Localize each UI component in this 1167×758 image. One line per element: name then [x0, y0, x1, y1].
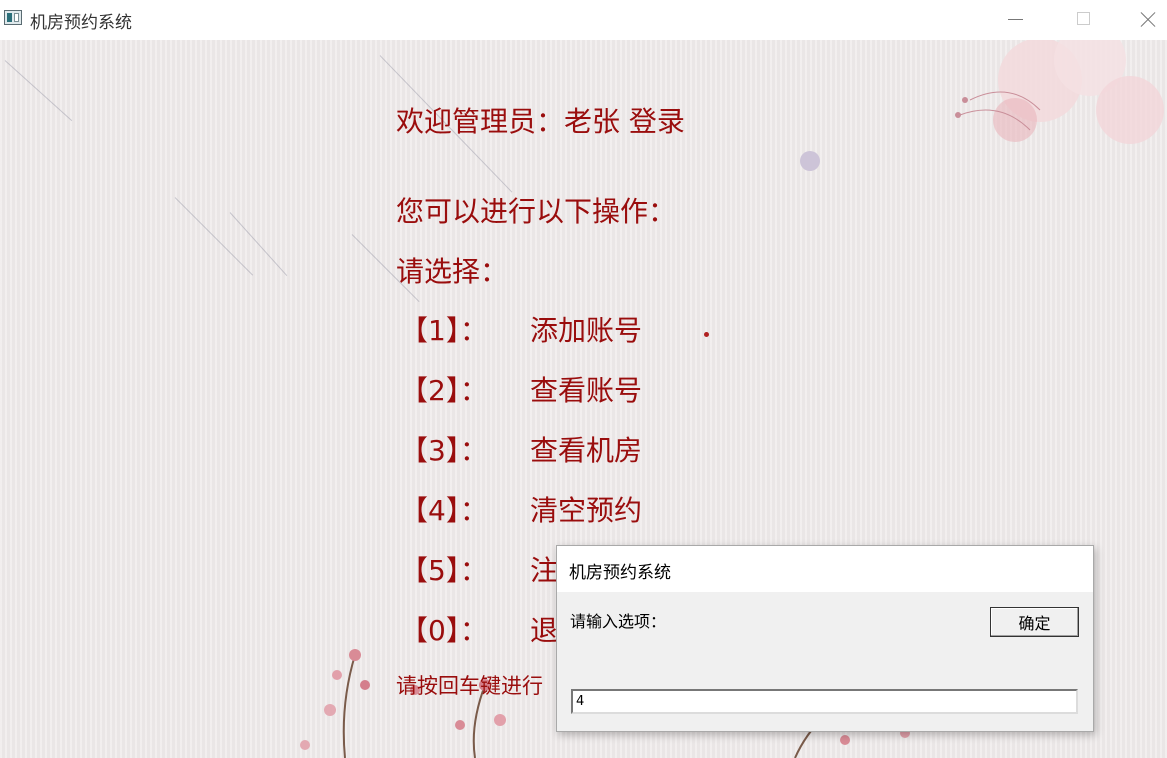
app-window-icon — [4, 10, 22, 25]
menu-option-5-label: 注 — [530, 554, 559, 587]
flower-decoration — [955, 40, 1164, 144]
menu-option-2-number: 【2】： — [400, 374, 488, 407]
decorative-line — [229, 212, 288, 277]
decorative-line — [174, 197, 254, 276]
menu-option-4-number: 【4】： — [400, 494, 488, 527]
menu-option-1-label: 添加账号 — [530, 314, 643, 347]
select-prompt: 请选择： — [396, 255, 509, 288]
decorative-dot — [704, 332, 709, 337]
option-input[interactable] — [571, 689, 1078, 714]
menu-option-5-number: 【5】： — [400, 554, 488, 587]
menu-option-2-label: 查看账号 — [530, 374, 643, 407]
maximize-icon[interactable] — [1064, 6, 1104, 32]
welcome-text: 欢迎管理员：老张 登录 — [396, 105, 685, 138]
menu-option-3-label: 查看机房 — [530, 434, 643, 467]
menu-option-0-number: 【0】： — [400, 614, 488, 647]
menu-option-0-label: 退 — [530, 614, 559, 647]
menu-option-4-label: 清空预约 — [530, 494, 643, 527]
decorative-dot — [800, 151, 820, 171]
enter-hint: 请按回车键进行 — [396, 674, 543, 698]
dialog-title-bar: 机房预约系统 — [557, 546, 1093, 592]
title-bar: 机房预约系统 — [0, 0, 1167, 40]
close-icon[interactable] — [1126, 6, 1166, 32]
ok-button[interactable]: 确定 — [990, 607, 1079, 637]
operations-title: 您可以进行以下操作： — [396, 195, 677, 228]
dialog-prompt-label: 请输入选项： — [570, 612, 667, 631]
menu-option-1-number: 【1】： — [400, 314, 488, 347]
dialog-title: 机房预约系统 — [569, 563, 671, 583]
menu-option-3-number: 【3】： — [400, 434, 488, 467]
window-title: 机房预约系统 — [30, 13, 132, 33]
input-dialog: 机房预约系统 请输入选项： 确定 — [556, 545, 1094, 732]
decorative-line — [4, 60, 73, 122]
minimize-icon[interactable] — [996, 6, 1036, 32]
